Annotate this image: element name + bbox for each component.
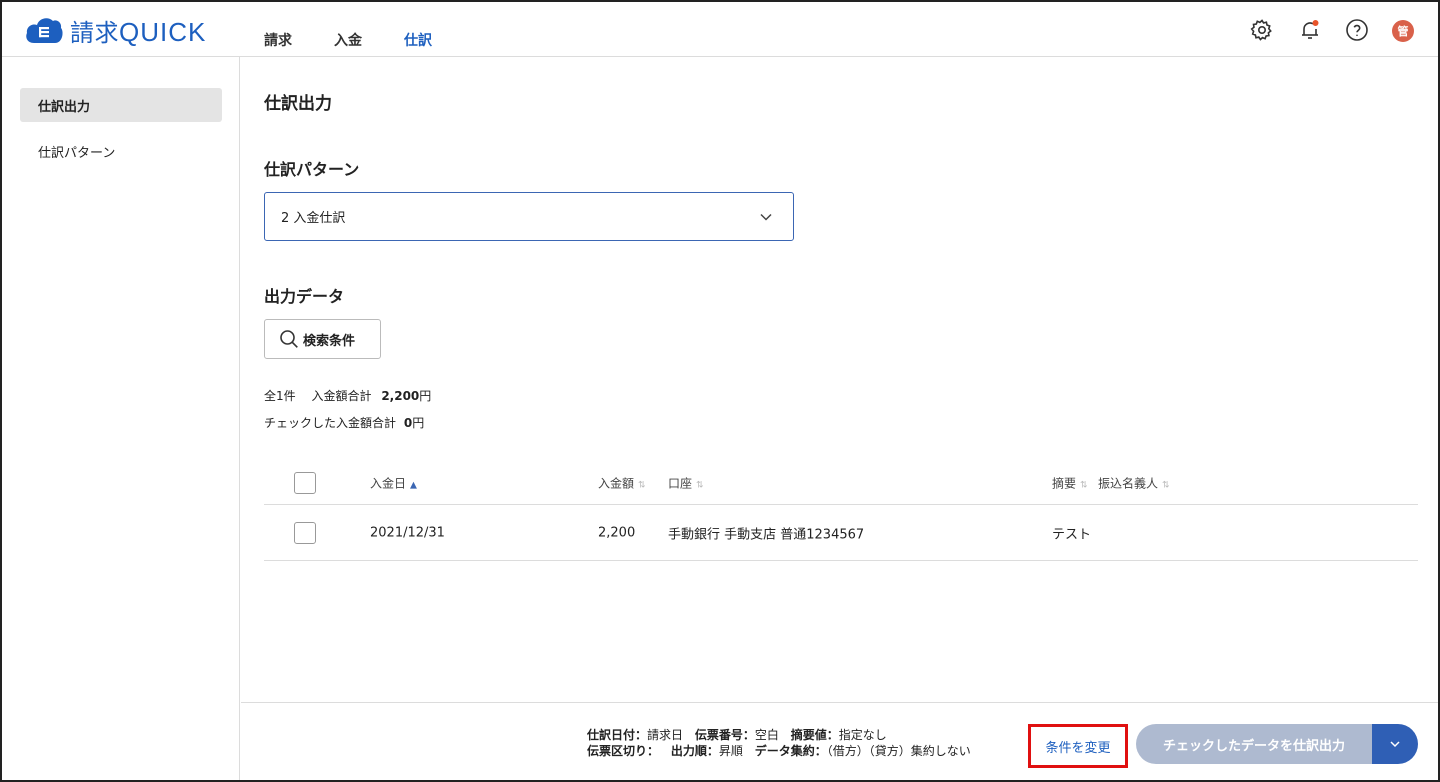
row-account: 手動銀行 手動支店 普通1234567 — [668, 527, 865, 542]
app-logo[interactable]: 請求QUICK — [24, 12, 206, 48]
nav-item-journal[interactable]: 仕訳 — [404, 30, 432, 50]
row-amount: 2,200 — [598, 525, 636, 540]
search-conditions-button[interactable]: 検索条件 — [264, 319, 381, 359]
select-all-checkbox[interactable] — [294, 471, 316, 494]
bell-icon[interactable] — [1296, 16, 1324, 44]
col-header-date[interactable]: 入金日 ▲ — [370, 474, 417, 491]
checked-amount-value: 0 — [403, 416, 413, 430]
col-header-payer[interactable]: 振込名義人 ⇅ — [1098, 474, 1170, 491]
footer-bar: 仕訳日付：請求日 伝票番号：空白 摘要値：指定なし 伝票区切り： 出力順：昇順 … — [241, 702, 1438, 780]
app-header: 請求QUICK 請求 入金 仕訳 管 — [2, 2, 1438, 57]
chevron-down-icon — [760, 213, 772, 221]
gear-icon[interactable] — [1248, 16, 1276, 44]
settings-line-2: 伝票区切り： 出力順：昇順 データ集約：（借方）（貸方）集約しない — [587, 744, 971, 758]
row-date: 2021/12/31 — [370, 525, 445, 540]
output-settings-summary: 仕訳日付：請求日 伝票番号：空白 摘要値：指定なし 伝票区切り： 出力順：昇順 … — [587, 727, 971, 759]
total-amount-unit: 円 — [419, 389, 432, 403]
nav-item-billing[interactable]: 請求 — [264, 30, 292, 50]
checked-amount-unit: 円 — [412, 416, 425, 430]
sort-icon: ⇅ — [696, 480, 704, 490]
sort-icon: ⇅ — [1162, 480, 1170, 490]
row-memo: テスト — [1052, 527, 1092, 542]
export-checked-button[interactable]: チェックしたデータを仕訳出力 — [1136, 724, 1372, 764]
change-conditions-link[interactable]: 条件を変更 — [1028, 724, 1128, 768]
col-header-account[interactable]: 口座 ⇅ — [668, 474, 704, 491]
sidebar-item-journal-output[interactable]: 仕訳出力 — [20, 88, 222, 122]
main-nav: 請求 入金 仕訳 — [264, 30, 474, 50]
sidebar: 仕訳出力 仕訳パターン — [2, 57, 240, 780]
table-row: 2021/12/31 2,200 手動銀行 手動支店 普通1234567 テスト — [264, 505, 1418, 561]
chevron-down-icon — [1390, 741, 1400, 748]
payment-table: 入金日 ▲ 入金額 ⇅ 口座 ⇅ 摘要 ⇅ 振込名義人 ⇅ 2021/12/31 2,20… — [264, 461, 1418, 561]
cloud-logo-icon — [26, 18, 63, 43]
journal-pattern-select[interactable]: 2 入金仕訳 — [264, 192, 794, 241]
sort-icon: ⇅ — [638, 480, 646, 490]
total-count: 全1件 — [264, 389, 296, 403]
col-header-memo[interactable]: 摘要 ⇅ — [1052, 474, 1088, 491]
col-header-amount[interactable]: 入金額 ⇅ — [598, 474, 646, 491]
table-header: 入金日 ▲ 入金額 ⇅ 口座 ⇅ 摘要 ⇅ 振込名義人 ⇅ — [264, 461, 1418, 505]
search-conditions-label: 検索条件 — [303, 333, 356, 349]
total-amount-label: 入金額合計 — [311, 389, 372, 403]
journal-pattern-value: 2 入金仕訳 — [281, 211, 346, 226]
pattern-section-title: 仕訳パターン — [264, 160, 360, 179]
search-icon — [280, 330, 298, 348]
export-options-button[interactable] — [1372, 724, 1418, 764]
output-section-title: 出力データ — [264, 287, 345, 306]
app-name: 請求QUICK — [70, 16, 207, 47]
page-title: 仕訳出力 — [264, 94, 332, 114]
settings-line-1: 仕訳日付：請求日 伝票番号：空白 摘要値：指定なし — [587, 728, 887, 742]
sort-asc-icon: ▲ — [410, 480, 417, 490]
sort-icon: ⇅ — [1080, 480, 1088, 490]
nav-item-payment[interactable]: 入金 — [334, 30, 362, 50]
row-checkbox[interactable] — [294, 521, 316, 544]
summary-checked: チェックした入金額合計 0円 — [264, 414, 424, 431]
sidebar-item-journal-pattern[interactable]: 仕訳パターン — [20, 134, 222, 168]
summary-total: 全1件 入金額合計 2,200円 — [264, 387, 431, 404]
checked-amount-label: チェックした入金額合計 — [264, 416, 397, 430]
help-icon[interactable] — [1343, 16, 1371, 44]
total-amount-value: 2,200 — [381, 389, 420, 403]
user-avatar[interactable]: 管 — [1392, 20, 1414, 42]
